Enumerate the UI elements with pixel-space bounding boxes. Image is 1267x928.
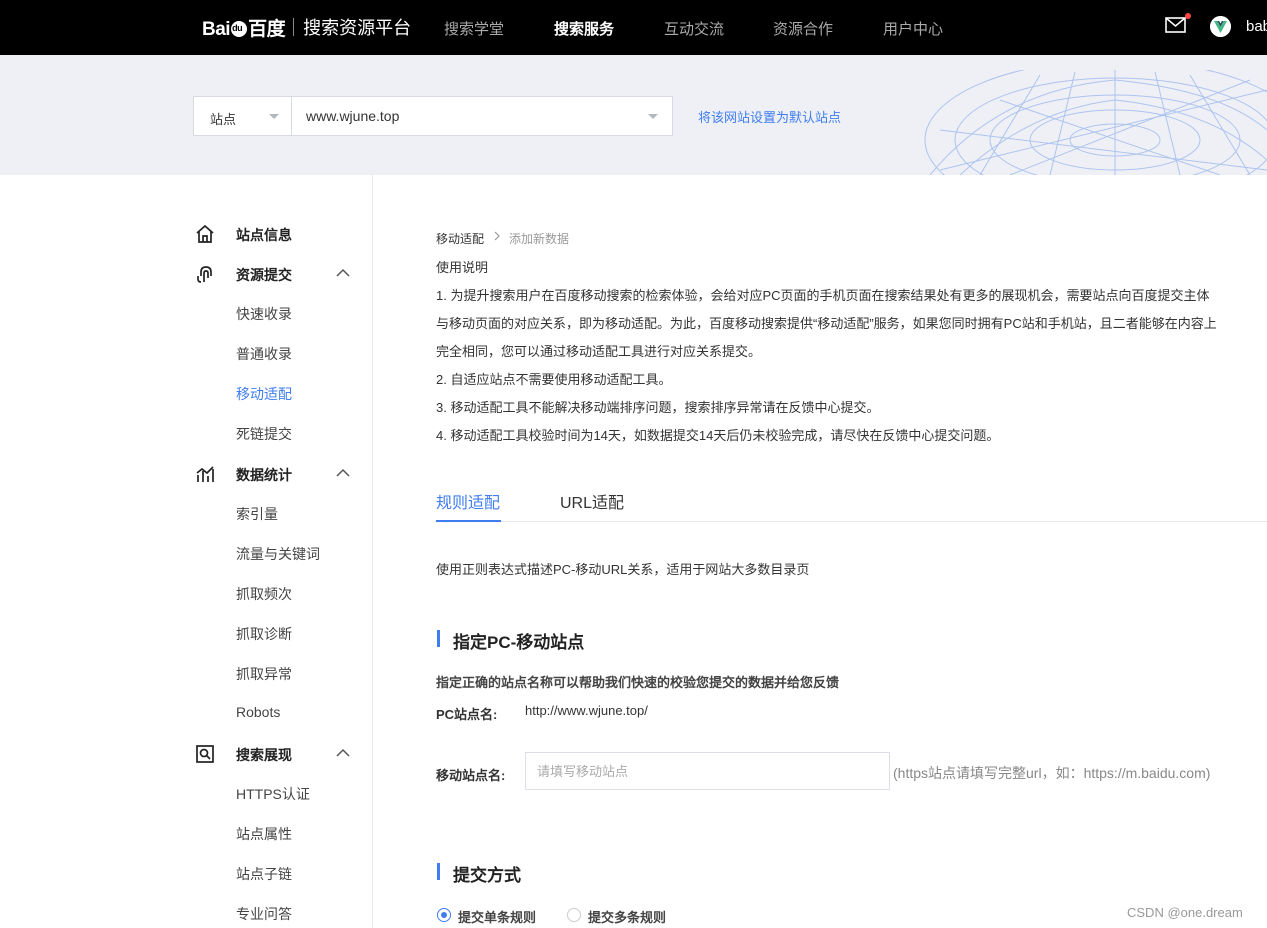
site-url-value: www.wjune.top xyxy=(306,108,400,124)
site-banner: 站点 www.wjune.top 将该网站设置为默认站点 xyxy=(0,55,1267,175)
chevron-right-icon xyxy=(494,231,500,241)
section-accent-bar xyxy=(437,863,440,880)
radio-single-rule[interactable] xyxy=(437,908,451,922)
radio-single-rule-label[interactable]: 提交单条规则 xyxy=(458,907,536,926)
section-hint: 指定正确的站点名称可以帮助我们快速的校验您提交的数据并给您反馈 xyxy=(436,675,840,690)
submit-touch-icon xyxy=(197,266,212,283)
section-title-submit-method: 提交方式 xyxy=(453,866,521,885)
usage-paragraph: 4. 移动适配工具校验时间为14天，如数据提交14天后仍未校验完成，请尽快在反馈… xyxy=(436,428,1000,443)
sidebar-item-robots[interactable]: Robots xyxy=(236,704,280,720)
sidebar-group-data-stats[interactable]: 数据统计 xyxy=(195,464,355,484)
sidebar-item-pro-qa[interactable]: 专业问答 xyxy=(236,904,292,924)
nav-search-service[interactable]: 搜索服务 xyxy=(554,18,614,39)
usage-paragraph: 完全相同，您可以通过移动适配工具进行对应关系提交。 xyxy=(436,344,762,359)
globe-decoration xyxy=(924,70,1267,175)
radio-multi-rule[interactable] xyxy=(567,908,581,922)
sidebar-item-dead-link[interactable]: 死链提交 xyxy=(236,424,292,444)
usage-paragraph: 与移动页面的对应关系，即为移动适配。为此，百度移动搜索提供“移动适配”服务，如果… xyxy=(436,316,1217,331)
pc-site-label: PC站点名: xyxy=(436,707,498,722)
chevron-up-icon[interactable] xyxy=(336,468,350,478)
chevron-down-icon xyxy=(269,114,279,119)
site-url-select[interactable]: www.wjune.top xyxy=(291,96,673,136)
avatar[interactable] xyxy=(1210,16,1231,37)
tab-rule-adapt[interactable]: 规则适配 xyxy=(436,489,500,513)
pc-site-value: http://www.wjune.top/ xyxy=(525,703,648,718)
sidebar-item-crawl-frequency[interactable]: 抓取频次 xyxy=(236,584,292,604)
nav-user-center[interactable]: 用户中心 xyxy=(883,18,943,39)
usage-title: 使用说明 xyxy=(436,260,489,275)
sidebar-item-index-count[interactable]: 索引量 xyxy=(236,504,278,524)
nav-resource-coop[interactable]: 资源合作 xyxy=(773,18,833,39)
tab-url-adapt[interactable]: URL适配 xyxy=(560,489,624,513)
bar-chart-icon xyxy=(196,466,214,482)
sidebar: 站点信息 资源提交 快速收录 普通收录 移动适配 死链提交 数据统计 索引量 流… xyxy=(0,175,373,928)
sidebar-item-sitelinks[interactable]: 站点子链 xyxy=(236,864,292,884)
nav-search-school[interactable]: 搜索学堂 xyxy=(444,18,504,39)
radio-multi-rule-label[interactable]: 提交多条规则 xyxy=(588,907,666,926)
rule-description: 使用正则表达式描述PC-移动URL关系，适用于网站大多数目录页 xyxy=(436,562,810,577)
sidebar-item-https[interactable]: HTTPS认证 xyxy=(236,784,310,804)
baidu-logo[interactable]: Bai百度 搜索资源平台 xyxy=(202,12,411,42)
sidebar-item-site-attributes[interactable]: 站点属性 xyxy=(236,824,292,844)
section-accent-bar xyxy=(437,630,440,647)
tab-divider xyxy=(436,521,1267,522)
mobile-site-tip: (https站点请填写完整url，如：https://m.baidu.com) xyxy=(893,765,1211,781)
sidebar-group-search-display[interactable]: 搜索展现 xyxy=(195,744,355,764)
chevron-up-icon[interactable] xyxy=(336,268,350,278)
sidebar-group-label: 数据统计 xyxy=(236,467,292,483)
usage-paragraph: 2. 自适应站点不需要使用移动适配工具。 xyxy=(436,372,672,387)
top-navbar: Bai百度 搜索资源平台 搜索学堂 搜索服务 互动交流 资源合作 用户中心 ba… xyxy=(0,0,1267,55)
section-title-pc-mobile: 指定PC-移动站点 xyxy=(453,633,585,652)
active-tab-indicator xyxy=(436,520,501,522)
logo-divider xyxy=(293,18,295,36)
site-type-select[interactable]: 站点 xyxy=(193,96,292,136)
usage-paragraph: 1. 为提升搜索用户在百度移动搜索的检索体验，会给对应PC页面的手机页面在搜索结… xyxy=(436,288,1210,303)
nav-interaction[interactable]: 互动交流 xyxy=(664,18,724,39)
search-display-icon xyxy=(196,745,214,763)
breadcrumb-parent[interactable]: 移动适配 xyxy=(436,230,484,247)
set-default-site-link[interactable]: 将该网站设置为默认站点 xyxy=(698,107,841,126)
sidebar-group-label: 搜索展现 xyxy=(236,747,292,763)
chevron-down-icon xyxy=(648,114,658,119)
sidebar-item-site-info[interactable]: 站点信息 xyxy=(195,224,355,244)
notification-dot xyxy=(1185,13,1191,19)
mobile-site-label: 移动站点名: xyxy=(436,768,506,783)
usage-paragraph: 3. 移动适配工具不能解决移动端排序问题，搜索排序异常请在反馈中心提交。 xyxy=(436,400,880,415)
sidebar-item-normal-index[interactable]: 普通收录 xyxy=(236,344,292,364)
mail-icon[interactable] xyxy=(1165,17,1186,33)
chevron-up-icon[interactable] xyxy=(336,748,350,758)
sidebar-item-mobile-adapt[interactable]: 移动适配 xyxy=(236,384,292,404)
breadcrumb-current: 添加新数据 xyxy=(509,232,570,246)
home-icon xyxy=(196,224,214,243)
sidebar-item-crawl-diagnosis[interactable]: 抓取诊断 xyxy=(236,624,292,644)
sidebar-group-resource-submit[interactable]: 资源提交 xyxy=(195,264,355,284)
sidebar-group-label: 资源提交 xyxy=(236,267,292,283)
sidebar-item-crawl-error[interactable]: 抓取异常 xyxy=(236,664,292,684)
sidebar-item-fast-index[interactable]: 快速收录 xyxy=(236,304,292,324)
site-type-label: 站点 xyxy=(210,112,237,127)
user-name[interactable]: bab xyxy=(1246,18,1267,35)
csdn-watermark: CSDN @one.dream xyxy=(1127,905,1243,920)
mobile-site-input[interactable] xyxy=(525,752,890,790)
sidebar-group-label: 站点信息 xyxy=(236,227,292,243)
sidebar-item-traffic-keywords[interactable]: 流量与关键词 xyxy=(236,544,320,564)
baidu-logo-mark: Bai百度 xyxy=(202,14,286,41)
platform-name: 搜索资源平台 xyxy=(303,18,412,38)
